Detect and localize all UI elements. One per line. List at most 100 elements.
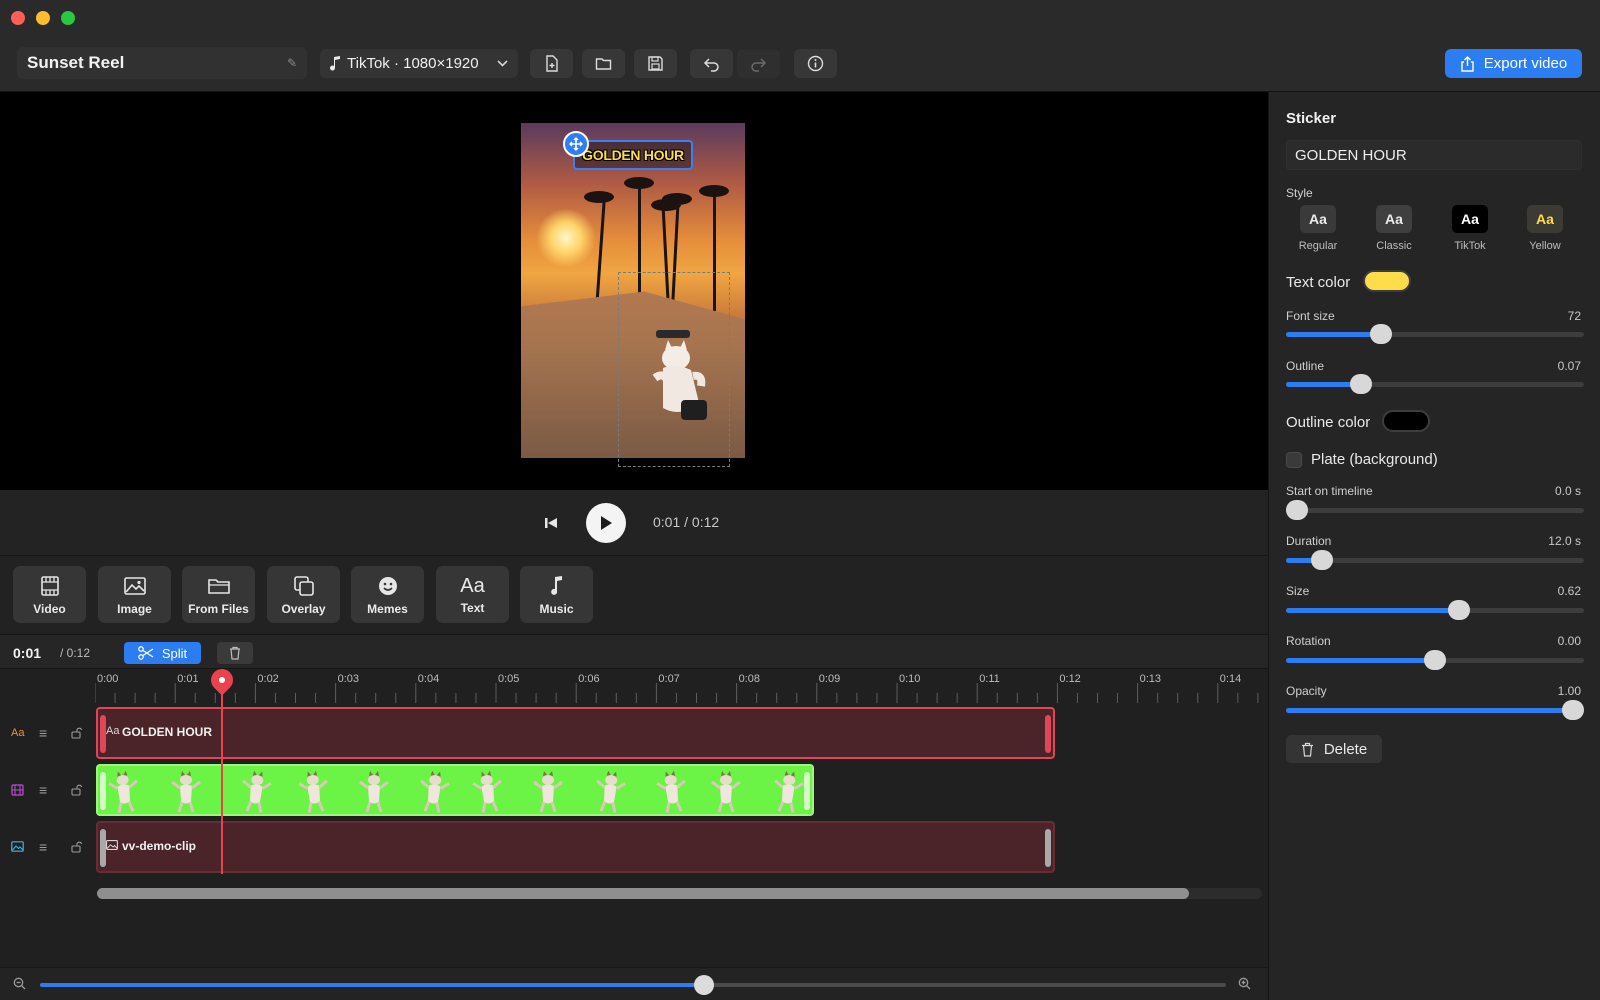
add-music-button[interactable]: Music — [520, 566, 593, 623]
sticker-text: GOLDEN HOUR — [582, 147, 684, 163]
duration-label: Duration — [1286, 534, 1332, 548]
size-slider[interactable] — [1286, 600, 1584, 620]
close-window-button[interactable] — [11, 11, 25, 25]
playhead[interactable] — [221, 669, 223, 874]
trash-icon — [1301, 742, 1313, 757]
duration-slider[interactable] — [1286, 550, 1584, 570]
cat-frame-thumbnail — [298, 770, 328, 813]
sticker-text-input[interactable] — [1286, 140, 1582, 170]
play-icon — [601, 516, 612, 530]
zoom-out-icon[interactable] — [13, 977, 26, 990]
style-chip: Aa — [1376, 205, 1412, 233]
add-from-files-button[interactable]: From Files — [182, 566, 255, 623]
time-ruler[interactable]: 0:00 0:01 0:02 0:03 0:04 0:05 0:06 0:07 0:08 0:09… — [95, 669, 1268, 703]
unlock-icon[interactable] — [71, 841, 82, 853]
font-size-label: Font size — [1286, 309, 1335, 323]
zoom-in-icon[interactable] — [1238, 977, 1251, 990]
text-sticker[interactable]: GOLDEN HOUR — [573, 140, 693, 170]
slider-knob[interactable] — [1447, 600, 1470, 620]
outline-value: 0.07 — [1557, 359, 1581, 373]
tool-label: Video — [33, 601, 66, 616]
outline-slider[interactable] — [1286, 374, 1584, 394]
delete-sticker-button[interactable]: Delete — [1286, 735, 1382, 763]
skip-to-start-button[interactable] — [540, 512, 562, 534]
skip-back-icon — [545, 518, 557, 528]
save-project-button[interactable] — [634, 49, 677, 78]
slider-knob[interactable] — [1562, 700, 1584, 720]
info-icon — [807, 55, 824, 72]
clip-trim-end-handle[interactable] — [804, 772, 810, 810]
add-image-button[interactable]: Image — [98, 566, 171, 623]
text-clip[interactable]: Aa GOLDEN HOUR — [96, 707, 1055, 759]
slider-fill — [1286, 332, 1382, 337]
opacity-slider[interactable] — [1286, 700, 1584, 720]
slider-knob[interactable] — [1424, 650, 1446, 670]
style-name: Regular — [1298, 240, 1338, 252]
slider-knob[interactable] — [1370, 324, 1393, 344]
tool-label: Memes — [367, 601, 408, 616]
folder-icon — [207, 578, 230, 594]
redo-button[interactable] — [737, 49, 780, 78]
music-note-icon — [550, 575, 562, 595]
plate-checkbox[interactable] — [1286, 452, 1302, 468]
clip-trim-end-handle[interactable] — [1045, 715, 1051, 753]
style-option-regular[interactable]: Aa Regular — [1286, 205, 1350, 252]
drag-handle-icon[interactable]: ≡ — [39, 725, 47, 741]
export-video-button[interactable]: Export video — [1445, 49, 1582, 78]
slider-fill — [1286, 608, 1459, 613]
outline-label: Outline — [1286, 359, 1325, 373]
start-label: Start on timeline — [1286, 484, 1373, 498]
add-memes-button[interactable]: Memes — [351, 566, 424, 623]
tool-label: Image — [117, 601, 152, 616]
zoom-window-button[interactable] — [61, 11, 75, 25]
image-clip[interactable]: vv-demo-clip — [96, 821, 1055, 873]
slider-knob[interactable] — [1310, 550, 1333, 570]
clip-trim-end-handle[interactable] — [1045, 829, 1051, 867]
style-option-classic[interactable]: Aa Classic — [1362, 205, 1426, 252]
add-text-button[interactable]: Aa Text — [436, 566, 509, 623]
new-project-button[interactable] — [530, 49, 573, 78]
style-name: TikTok — [1454, 240, 1486, 252]
info-button[interactable] — [794, 49, 837, 78]
opacity-value: 1.00 — [1557, 684, 1581, 698]
drag-handle-icon[interactable]: ≡ — [39, 782, 47, 798]
add-video-button[interactable]: Video — [13, 566, 86, 623]
project-name: Sunset Reel — [27, 53, 125, 72]
trash-icon — [230, 646, 240, 660]
slider-knob[interactable] — [1286, 500, 1308, 520]
start-slider[interactable] — [1286, 500, 1584, 520]
project-name-field[interactable]: Sunset Reel ✎ — [17, 47, 307, 79]
ruler-ticks — [95, 683, 1259, 703]
outline-color-swatch[interactable] — [1382, 410, 1430, 432]
add-overlay-button[interactable]: Overlay — [267, 566, 340, 623]
minimize-window-button[interactable] — [36, 11, 50, 25]
delete-clip-button[interactable] — [217, 642, 253, 664]
timeline[interactable]: 0:00 0:01 0:02 0:03 0:04 0:05 0:06 0:07 0:08 0:09… — [0, 664, 1268, 967]
text-color-swatch[interactable] — [1363, 270, 1411, 292]
style-name: Yellow — [1529, 240, 1561, 252]
clip-trim-start-handle[interactable] — [100, 772, 106, 810]
style-option-yellow[interactable]: Aa Yellow — [1513, 205, 1577, 252]
split-button[interactable]: Split — [124, 642, 201, 664]
overlay-icon — [293, 575, 314, 596]
play-button[interactable] — [586, 503, 626, 543]
tool-label: From Files — [188, 601, 249, 616]
unlock-icon[interactable] — [71, 784, 82, 796]
drag-handle-icon[interactable]: ≡ — [39, 839, 47, 855]
unlock-icon[interactable] — [71, 727, 82, 739]
zoom-slider-knob[interactable] — [694, 975, 715, 995]
time-readout: 0:01 / 0:12 — [653, 514, 720, 530]
format-preset-dropdown[interactable]: TikTok · 1080×1920 — [320, 49, 518, 78]
opacity-label: Opacity — [1286, 684, 1327, 698]
move-handle-icon[interactable] — [563, 131, 589, 157]
playhead-dot — [219, 677, 225, 683]
undo-button[interactable] — [690, 49, 733, 78]
open-project-button[interactable] — [582, 49, 625, 78]
animation-clip[interactable] — [96, 764, 814, 816]
font-size-slider[interactable] — [1286, 324, 1584, 344]
slider-knob[interactable] — [1349, 374, 1372, 394]
sun — [536, 208, 596, 268]
style-option-tiktok[interactable]: Aa TikTok — [1438, 205, 1502, 252]
rotation-slider[interactable] — [1286, 650, 1584, 670]
timeline-scrollbar-thumb[interactable] — [97, 888, 1189, 899]
